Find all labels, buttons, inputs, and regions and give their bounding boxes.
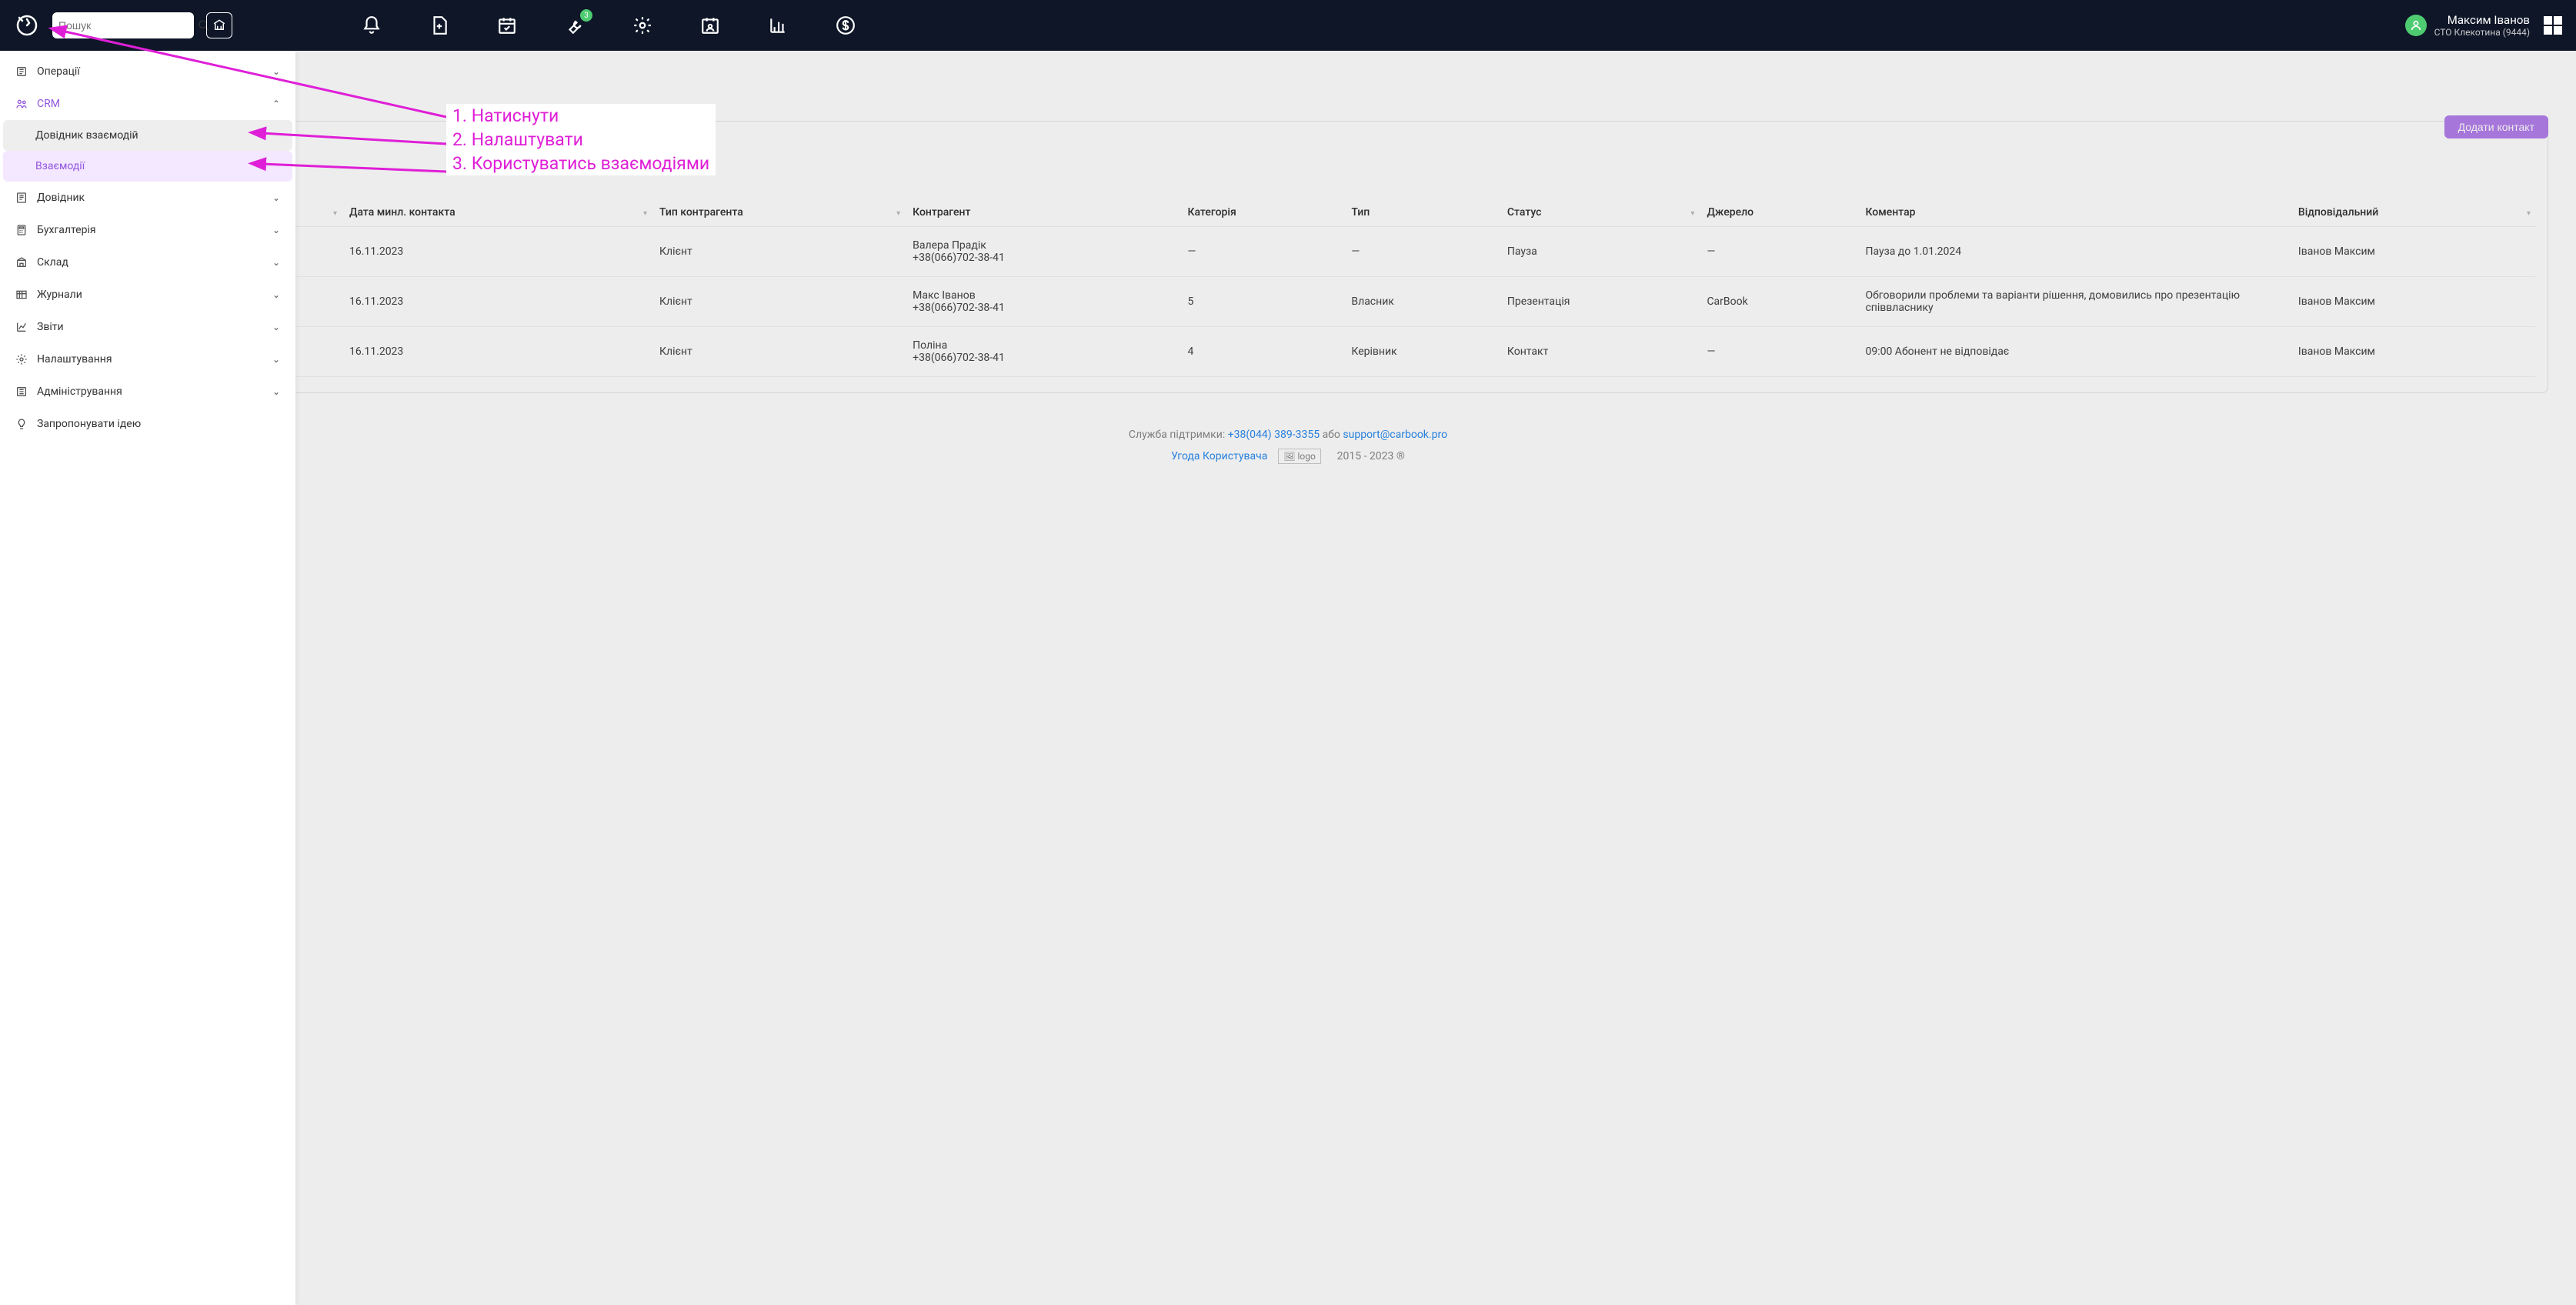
col-ctype: Тип контрагента▾ [652,199,905,227]
col-type: Тип [1343,199,1500,227]
chevron-down-icon: ⌄ [272,289,280,300]
user-text: Максим Іванов СТО Клекотина (9444) [2434,13,2530,38]
support-email[interactable]: support@carbook.pro [1343,429,1447,441]
cell-prev: 16.11.2023 [342,277,652,327]
annotation-box: 1. Натиснути 2. Налаштувати 3. Користува… [446,104,716,175]
cell-type: Керівник [1343,327,1500,377]
cell-source: CarBook [1699,277,1857,327]
cell-type: — [1343,227,1500,277]
cell-responsible: Іванов Максим [2291,327,2535,377]
col-contractor: Контрагент [905,199,1180,227]
chevron-down-icon: ⌄ [272,354,280,365]
cell-category: 5 [1180,277,1343,327]
annotation-arrow-1 [54,23,454,131]
chart-icon[interactable] [766,14,789,37]
cell-contractor: Макс Іванов +38(066)702-38-41 [905,277,1180,327]
cell-status: Контакт [1500,327,1700,377]
cell-contractor: Поліна +38(066)702-38-41 [905,327,1180,377]
col-responsible: Відповідальний▾ [2291,199,2535,227]
filter-icon[interactable]: ▾ [1690,209,1694,218]
footer-years: 2015 - 2023 ® [1337,450,1405,462]
cell-ctype: Клієнт [652,227,905,277]
interactions-table: Дата наст. контакта▾ Дата минл. контакта… [41,199,2535,377]
table-row[interactable]: 1.202316.11.2023КлієнтМакс Іванов +38(06… [41,277,2535,327]
annotation-step-2: 2. Налаштувати [446,128,716,152]
user-name: Максим Іванов [2434,13,2530,27]
sidebar-item-admin[interactable]: Адміністрування ⌄ [0,375,295,408]
cell-prev: 16.11.2023 [342,327,652,377]
footer: Служба підтримки: +38(044) 389-3355 або … [28,424,2548,467]
sidebar-item-directory[interactable]: Довідник ⌄ [0,182,295,214]
annotation-step-1: 1. Натиснути [446,104,716,128]
cell-source: — [1699,327,1857,377]
annotation-step-3: 3. Користуватись взаємодіями [446,152,716,175]
footer-logo: 🖼 logo [1278,449,1321,464]
app-logo[interactable] [14,12,40,38]
cell-prev: 16.11.2023 [342,227,652,277]
cell-category: — [1180,227,1343,277]
sidebar-item-reports[interactable]: Звіти ⌄ [0,311,295,343]
filter-icon[interactable]: ▾ [896,209,900,218]
sidebar: Операції ⌄ CRM ⌃ Довідник взаємодій Взає… [0,51,295,1305]
user-agreement-link[interactable]: Угода Користувача [1171,450,1267,462]
annotation-arrow-2 [254,127,454,150]
sidebar-item-idea[interactable]: Запропонувати ідею [0,408,295,440]
avatar [2405,15,2427,36]
current-user[interactable]: Максим Іванов СТО Клекотина (9444) [2405,13,2562,38]
table-row[interactable]: 1.202316.11.2023КлієнтВалера Прадік +38(… [41,227,2535,277]
cell-responsible: Іванов Максим [2291,277,2535,327]
support-label: Служба підтримки: [1129,429,1225,441]
sidebar-item-accounting[interactable]: Бухгалтерія ⌄ [0,214,295,246]
wrench-icon[interactable]: 3 [563,14,586,37]
cell-status: Презентація [1500,277,1700,327]
col-prev: Дата минл. контакта▾ [342,199,652,227]
sidebar-item-journals[interactable]: Журнали ⌄ [0,279,295,311]
cell-ctype: Клієнт [652,277,905,327]
chevron-down-icon: ⌄ [272,225,280,235]
gear-icon[interactable] [631,14,654,37]
add-contact-button[interactable]: Додати контакт [2444,115,2548,139]
sidebar-sub-interactions[interactable]: Взаємодії [3,151,292,182]
col-category: Категорія [1180,199,1343,227]
annotation-arrow-3 [254,158,454,181]
chevron-down-icon: ⌄ [272,322,280,332]
filter-icon[interactable]: ▾ [333,209,337,218]
cell-source: — [1699,227,1857,277]
cell-type: Власник [1343,277,1500,327]
table-row[interactable]: 1.202316.11.2023КлієнтПоліна +38(066)702… [41,327,2535,377]
chevron-down-icon: ⌄ [272,386,280,397]
contact-card-icon[interactable] [699,14,722,37]
filter-icon[interactable]: ▾ [643,209,647,218]
table-header-row: Дата наст. контакта▾ Дата минл. контакта… [41,199,2535,227]
cell-contractor: Валера Прадік +38(066)702-38-41 [905,227,1180,277]
chevron-down-icon: ⌄ [272,257,280,268]
sidebar-item-settings[interactable]: Налаштування ⌄ [0,343,295,375]
cell-status: Пауза [1500,227,1700,277]
money-icon[interactable] [834,14,857,37]
user-sub: СТО Клекотина (9444) [2434,27,2530,38]
cell-comment: Пауза до 1.01.2024 [1857,227,2290,277]
wrench-badge: 3 [580,9,592,22]
cell-comment: 09:00 Абонент не відповідає [1857,327,2290,377]
calendar-check-icon[interactable] [496,14,519,37]
sidebar-item-warehouse[interactable]: Склад ⌄ [0,246,295,279]
chevron-down-icon: ⌄ [272,192,280,203]
cell-responsible: Іванов Максим [2291,227,2535,277]
support-or: або [1323,429,1340,441]
apps-grid-icon[interactable] [2544,16,2562,35]
cell-category: 4 [1180,327,1343,377]
col-source: Джерело [1699,199,1857,227]
col-status: Статус▾ [1500,199,1700,227]
cell-ctype: Клієнт [652,327,905,377]
support-phone[interactable]: +38(044) 389-3355 [1228,429,1320,441]
filter-icon[interactable]: ▾ [2527,209,2531,218]
cell-comment: Обговорили проблеми та варіанти рішення,… [1857,277,2290,327]
col-comment: Коментар [1857,199,2290,227]
